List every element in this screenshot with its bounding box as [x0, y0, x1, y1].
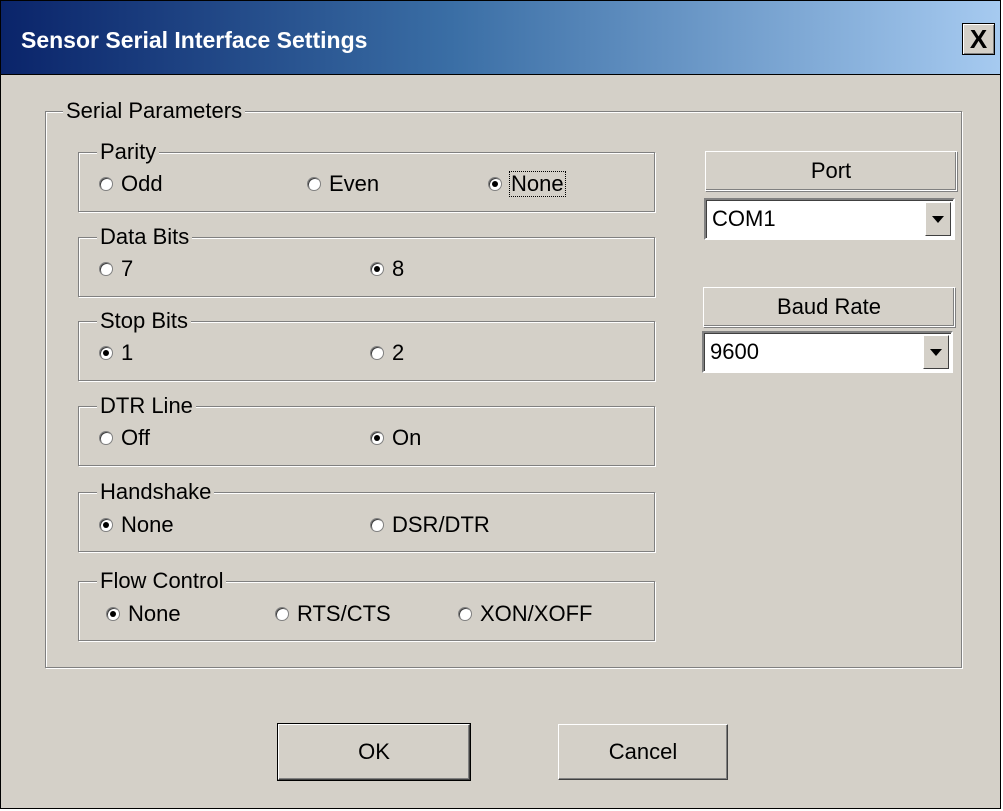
radio-icon	[99, 431, 113, 445]
dialog-window: Sensor Serial Interface Settings X Seria…	[0, 0, 1001, 809]
radio-label: 2	[392, 340, 405, 365]
flow-control-xon-xoff-radio[interactable]: XON/XOFF	[458, 602, 592, 626]
title-bar[interactable]: Sensor Serial Interface Settings X	[1, 1, 1000, 75]
radio-icon	[370, 346, 384, 360]
port-select[interactable]: COM1	[704, 198, 955, 240]
cancel-button-label: Cancel	[608, 739, 678, 764]
radio-selected-icon	[488, 177, 502, 191]
stop-bits-label: Stop Bits	[97, 309, 192, 333]
serial-parameters-label: Serial Parameters	[63, 99, 246, 123]
dtr-line-group: DTR Line Off On	[78, 394, 655, 466]
handshake-dsr-dtr-radio[interactable]: DSR/DTR	[370, 513, 490, 537]
parity-label: Parity	[97, 140, 160, 164]
stop-bits-1-radio[interactable]: 1	[99, 341, 133, 365]
parity-odd-radio[interactable]: Odd	[99, 172, 163, 196]
handshake-label: Handshake	[97, 480, 215, 504]
dtr-line-label: DTR Line	[97, 394, 196, 418]
radio-label: 7	[121, 256, 134, 281]
radio-label: XON/XOFF	[480, 601, 593, 626]
radio-label: None	[121, 512, 174, 537]
cancel-button[interactable]: Cancel	[558, 724, 728, 780]
radio-label: DSR/DTR	[392, 512, 490, 537]
radio-label: Even	[329, 171, 380, 196]
handshake-none-radio[interactable]: None	[99, 513, 174, 537]
flow-control-none-radio[interactable]: None	[106, 602, 181, 626]
close-icon: X	[969, 23, 988, 54]
parity-even-radio[interactable]: Even	[307, 172, 379, 196]
radio-selected-icon	[99, 346, 113, 360]
port-label: Port	[705, 151, 957, 191]
flow-control-rts-cts-radio[interactable]: RTS/CTS	[275, 602, 391, 626]
radio-label: Odd	[121, 171, 163, 196]
data-bits-label: Data Bits	[97, 225, 193, 249]
chevron-down-icon	[930, 348, 942, 356]
handshake-group: Handshake None DSR/DTR	[78, 480, 655, 552]
data-bits-group: Data Bits 7 8	[78, 225, 655, 297]
data-bits-7-radio[interactable]: 7	[99, 257, 133, 281]
baud-rate-dropdown-button[interactable]	[923, 335, 949, 369]
radio-selected-icon	[99, 518, 113, 532]
radio-icon	[99, 262, 113, 276]
parity-group: Parity Odd Even None	[78, 140, 655, 212]
radio-label: 1	[121, 340, 134, 365]
stop-bits-group: Stop Bits 1 2	[78, 309, 655, 381]
flow-control-label: Flow Control	[97, 569, 227, 593]
port-value: COM1	[712, 206, 776, 231]
baud-rate-select[interactable]: 9600	[702, 331, 953, 373]
radio-label: 8	[392, 256, 405, 281]
radio-icon	[99, 177, 113, 191]
flow-control-group: Flow Control None RTS/CTS XON/XOFF	[78, 569, 655, 641]
radio-label: On	[392, 425, 422, 450]
radio-label: Off	[121, 425, 150, 450]
radio-icon	[275, 607, 289, 621]
ok-button[interactable]: OK	[277, 723, 471, 781]
dtr-on-radio[interactable]: On	[370, 426, 421, 450]
radio-selected-icon	[370, 262, 384, 276]
radio-label: RTS/CTS	[297, 601, 391, 626]
baud-rate-value: 9600	[710, 339, 759, 364]
radio-label: None	[128, 601, 181, 626]
radio-icon	[370, 518, 384, 532]
ok-button-label: OK	[358, 739, 390, 764]
close-button[interactable]: X	[962, 23, 995, 55]
dtr-off-radio[interactable]: Off	[99, 426, 150, 450]
port-dropdown-button[interactable]	[925, 202, 951, 236]
data-bits-8-radio[interactable]: 8	[370, 257, 404, 281]
radio-selected-icon	[370, 431, 384, 445]
radio-icon	[458, 607, 472, 621]
stop-bits-2-radio[interactable]: 2	[370, 341, 404, 365]
chevron-down-icon	[932, 215, 944, 223]
window-title: Sensor Serial Interface Settings	[21, 27, 368, 53]
radio-selected-icon	[106, 607, 120, 621]
radio-label: None	[509, 171, 566, 197]
parity-none-radio[interactable]: None	[488, 171, 566, 197]
radio-icon	[307, 177, 321, 191]
baud-rate-label: Baud Rate	[703, 287, 955, 327]
